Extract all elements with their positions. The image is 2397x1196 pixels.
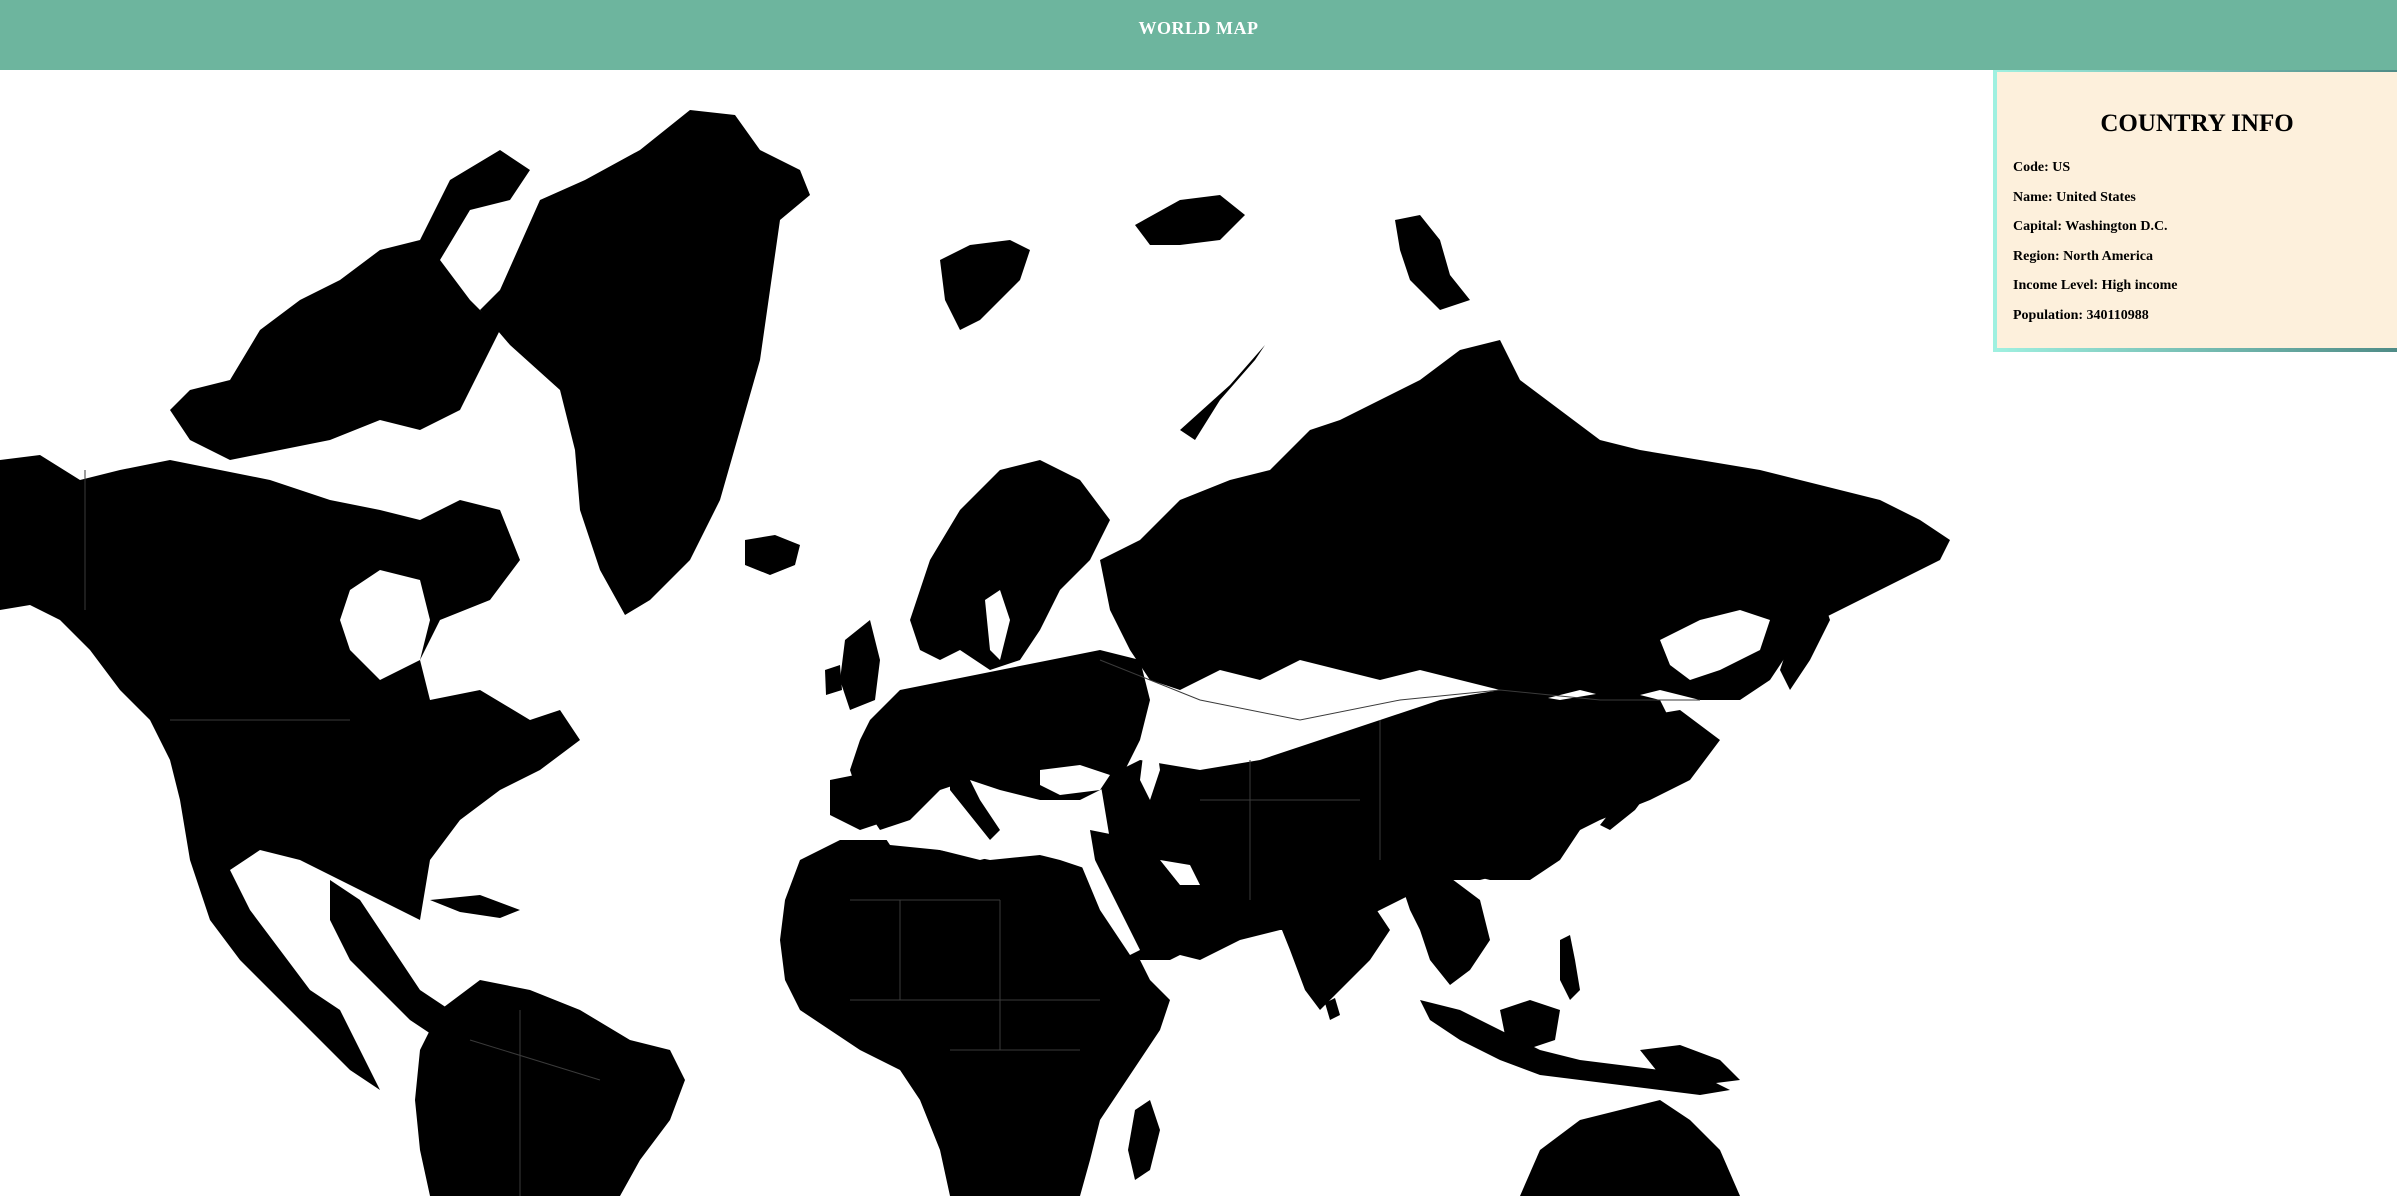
country-philippines[interactable]	[1560, 935, 1580, 1000]
info-panel-title: COUNTRY INFO	[2100, 110, 2294, 137]
country-severnaya-zemlya[interactable]	[1395, 215, 1470, 310]
info-row-region: Region: North America	[2013, 248, 2153, 264]
app-header: WORLD MAP	[0, 0, 2397, 70]
country-madagascar[interactable]	[1128, 1100, 1160, 1180]
country-canada-islands[interactable]	[170, 150, 530, 460]
country-ireland[interactable]	[825, 665, 842, 695]
country-india[interactable]	[1270, 890, 1390, 1010]
page-title: WORLD MAP	[1138, 17, 1259, 38]
country-iceland[interactable]	[745, 535, 800, 575]
country-united-kingdom[interactable]	[840, 620, 880, 710]
country-franz-josef-land[interactable]	[1135, 195, 1245, 245]
country-scandinavia[interactable]	[910, 460, 1110, 670]
info-row-capital: Capital: Washington D.C.	[2013, 219, 2168, 235]
country-info-panel: COUNTRY INFO Code: US Name: United State…	[1993, 70, 2397, 352]
country-australia[interactable]	[1520, 1100, 1740, 1196]
country-cuba[interactable]	[430, 895, 520, 918]
country-svalbard[interactable]	[940, 240, 1030, 330]
info-row-code: Code: US	[2013, 160, 2071, 175]
info-row-name: Name: United States	[2013, 189, 2136, 205]
country-south-america[interactable]	[415, 980, 685, 1196]
info-row-income-level: Income Level: High income	[2013, 278, 2178, 294]
country-novaya-zemlya[interactable]	[1180, 345, 1265, 440]
country-southeast-asia[interactable]	[1400, 870, 1490, 985]
country-russia[interactable]	[1100, 340, 1950, 700]
info-row-population: Population: 340110988	[2013, 307, 2149, 323]
